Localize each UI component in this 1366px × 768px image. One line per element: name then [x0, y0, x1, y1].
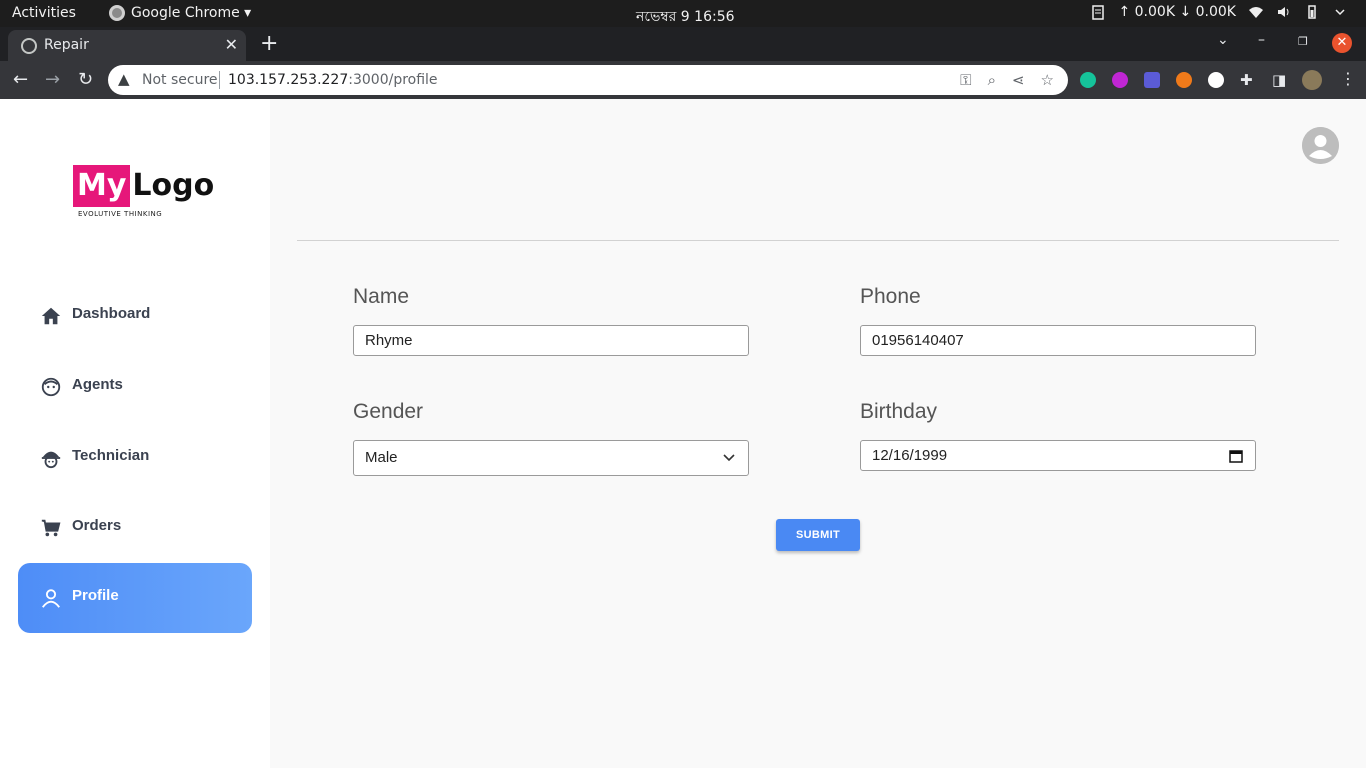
logo-word: Logo: [132, 168, 215, 203]
account-avatar-icon[interactable]: [1302, 127, 1339, 164]
share-icon[interactable]: ⋖: [1012, 71, 1025, 89]
power-menu-icon[interactable]: [1332, 4, 1348, 20]
grammarly-extension-icon[interactable]: [1080, 72, 1096, 88]
close-window-button[interactable]: ✕: [1332, 33, 1352, 53]
sidebar-item-agents[interactable]: Agents: [18, 352, 252, 422]
sidebar-item-label: Orders: [72, 517, 122, 534]
screen-capture-extension-icon[interactable]: [1144, 72, 1160, 88]
wifi-icon[interactable]: [1248, 4, 1264, 20]
tab-strip: Repair ✕ + ⌄ – ❐ ✕: [0, 27, 1366, 61]
agent-icon: [41, 377, 61, 397]
url-host: 103.157.253.227: [228, 72, 349, 88]
reload-icon[interactable]: ↻: [78, 69, 93, 90]
side-panel-icon[interactable]: ◨: [1272, 71, 1286, 89]
new-tab-button[interactable]: +: [260, 31, 278, 56]
activities-button[interactable]: Activities: [12, 5, 76, 21]
os-top-bar: Activities Google Chrome ▾ নভেম্বর 9 16:…: [0, 0, 1366, 27]
extensions-puzzle-icon[interactable]: ✚: [1240, 71, 1253, 89]
url-path: :3000/profile: [348, 72, 438, 88]
zoom-icon[interactable]: ⌕: [988, 71, 996, 89]
sidebar: My Logo EVOLUTIVE THINKING Dashboard Agen…: [0, 99, 270, 768]
sidebar-item-technician[interactable]: Technician: [18, 423, 252, 493]
battery-icon[interactable]: [1304, 4, 1320, 20]
calendar-icon[interactable]: [1229, 449, 1243, 463]
key-icon[interactable]: ⚿: [960, 71, 971, 89]
extension-icon[interactable]: [1208, 72, 1224, 88]
sidebar-item-dashboard[interactable]: Dashboard: [18, 281, 252, 351]
birthday-label: Birthday: [860, 400, 938, 423]
restore-button[interactable]: ❐: [1298, 35, 1308, 48]
globe-icon: [21, 38, 37, 54]
clock[interactable]: নভেম্বর 9 16:56: [636, 5, 735, 29]
address-bar[interactable]: ▲ Not secure 103.157.253.227:3000/profil…: [108, 65, 1068, 95]
birthday-value: 12/16/1999: [872, 447, 948, 464]
chrome-icon: [109, 5, 125, 21]
user-icon: [42, 589, 60, 608]
url-text[interactable]: 103.157.253.227:3000/profile: [228, 72, 438, 88]
gender-select[interactable]: Male: [353, 440, 749, 476]
gender-label: Gender: [353, 400, 424, 423]
bookmark-star-icon[interactable]: ☆: [1041, 71, 1054, 89]
phone-label: Phone: [860, 285, 921, 308]
close-tab-icon[interactable]: ✕: [225, 35, 238, 54]
birthday-input[interactable]: 12/16/1999: [860, 440, 1256, 471]
sidebar-item-orders[interactable]: Orders: [18, 493, 252, 563]
warning-icon[interactable]: ▲: [118, 70, 130, 88]
logo[interactable]: My Logo EVOLUTIVE THINKING: [73, 165, 215, 218]
chevron-down-icon: [723, 454, 735, 462]
not-secure-label[interactable]: Not secure: [142, 72, 218, 88]
technician-icon: [41, 451, 61, 469]
sidebar-item-label: Technician: [72, 447, 150, 464]
app-name: Google Chrome ▾: [131, 5, 252, 21]
home-icon: [41, 307, 61, 325]
app-menu[interactable]: Google Chrome ▾: [109, 5, 251, 21]
sidebar-item-label: Profile: [72, 587, 119, 604]
system-tray[interactable]: ↑ 0.00K ↓ 0.00K: [1090, 4, 1348, 20]
extension-icon[interactable]: [1176, 72, 1192, 88]
back-icon[interactable]: ←: [13, 69, 28, 90]
extension-icon[interactable]: [1112, 72, 1128, 88]
phone-input[interactable]: 01956140407: [860, 325, 1256, 356]
browser-tab[interactable]: Repair ✕: [8, 30, 246, 61]
submit-button[interactable]: SUBMIT: [776, 519, 860, 551]
clipboard-icon[interactable]: [1090, 4, 1106, 20]
chrome-menu-icon[interactable]: ⋮: [1340, 69, 1356, 88]
logo-my: My: [73, 165, 131, 207]
cart-icon: [41, 519, 61, 537]
name-label: Name: [353, 285, 410, 308]
forward-icon[interactable]: →: [45, 69, 60, 90]
volume-icon[interactable]: [1276, 4, 1292, 20]
tab-search-icon[interactable]: ⌄: [1217, 32, 1229, 48]
browser-toolbar: ← → ↻ ▲ Not secure 103.157.253.227:3000/…: [0, 61, 1366, 99]
network-speed: ↑ 0.00K ↓ 0.00K: [1118, 4, 1236, 20]
logo-tagline: EVOLUTIVE THINKING: [78, 210, 163, 218]
sidebar-item-label: Agents: [72, 376, 123, 393]
sidebar-item-label: Dashboard: [72, 305, 151, 322]
tab-title: Repair: [44, 37, 89, 53]
profile-avatar[interactable]: [1302, 70, 1322, 90]
header-divider: [297, 240, 1339, 241]
sidebar-item-profile[interactable]: Profile: [18, 563, 252, 633]
omnibox-separator: [219, 71, 220, 89]
name-input[interactable]: Rhyme: [353, 325, 749, 356]
gender-value: Male: [365, 449, 398, 466]
minimize-button[interactable]: –: [1258, 32, 1265, 48]
